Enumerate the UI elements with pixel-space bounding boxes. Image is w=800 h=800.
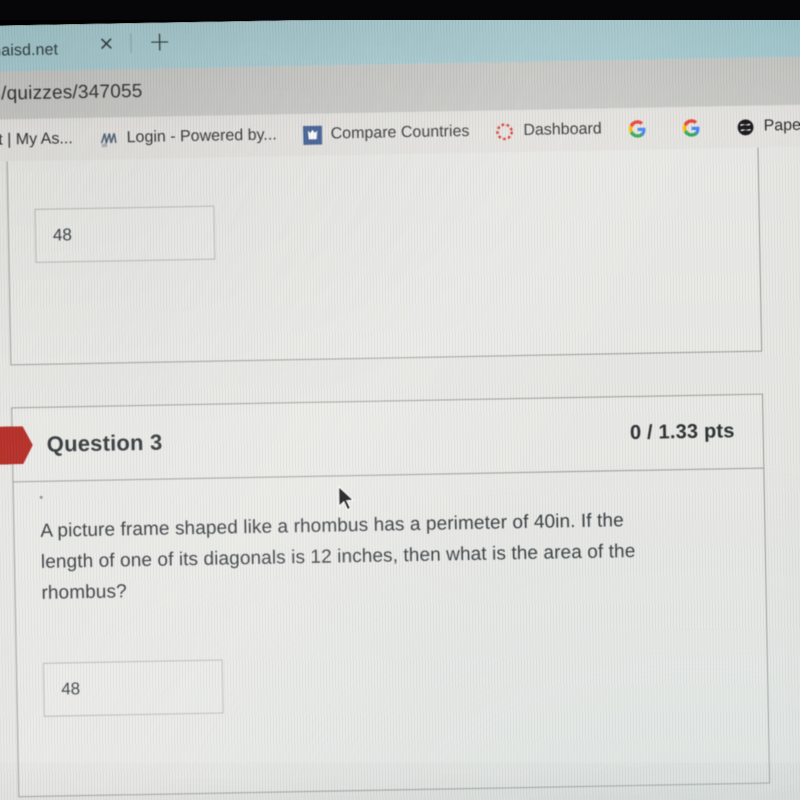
question-3-title: Question 3 [46,429,163,457]
monitor-bezel-top [0,0,800,20]
quiz-page: P=[answer1] 48 Question 3 0 / 1.33 pts A… [0,145,800,800]
tab-title: @amaisd.net [0,41,59,61]
close-icon[interactable]: × [98,32,114,54]
bookmark-item-commonlit[interactable]: nonLit | My As... [0,130,86,151]
bookmark-label: Dashboard [523,120,602,139]
bookmark-item-google-1[interactable] [614,119,668,139]
google-g-icon [681,118,700,137]
svg-text:sfi: sfi [101,142,107,148]
question-3-points: 0 / 1.33 pts [629,420,735,445]
question-body-previous: P=[answer1] 48 [7,145,760,285]
mouse-cursor [337,484,357,512]
bookmark-label: Login - Powered by... [126,126,277,147]
question-card-3: Question 3 0 / 1.33 pts A picture frame … [11,393,771,798]
new-tab-button[interactable]: + [148,26,171,57]
screen-photograph: @amaisd.net × + 39173/quizzes/347055 non… [0,0,800,800]
browser-window: @amaisd.net × + 39173/quizzes/347055 non… [0,9,800,800]
screen-speck [39,495,43,499]
sfi-logo-icon: sfi [99,129,118,148]
blue-crest-icon [302,125,322,145]
bookmark-item-google-2[interactable] [668,118,722,138]
dark-swirl-icon [735,117,754,136]
question-3-text: A picture frame shaped like a rhombus ha… [40,510,636,604]
bookmark-label: Paper [763,116,800,135]
bookmark-label: nonLit | My As... [0,130,73,150]
question-card-previous: P=[answer1] 48 [5,145,763,366]
google-g-icon [627,119,646,138]
answer-input-question-3[interactable]: 48 [42,659,224,717]
bookmark-item-paper[interactable]: Paper [722,116,800,137]
bookmark-item-login[interactable]: sfi Login - Powered by... [86,126,290,149]
url-text: 39173/quizzes/347055 [0,80,143,106]
bookmark-item-dashboard[interactable]: Dashboard [482,120,615,141]
answer-input-previous[interactable]: 48 [34,205,216,263]
canvas-dashed-circle-icon [495,122,514,141]
bookmark-item-compare-countries[interactable]: Compare Countries [290,122,483,145]
question-3-header: Question 3 0 / 1.33 pts [12,394,764,483]
question-3-body: A picture frame shaped like a rhombus ha… [13,469,768,740]
incorrect-flag-icon [0,426,33,465]
bookmark-label: Compare Countries [330,122,470,143]
